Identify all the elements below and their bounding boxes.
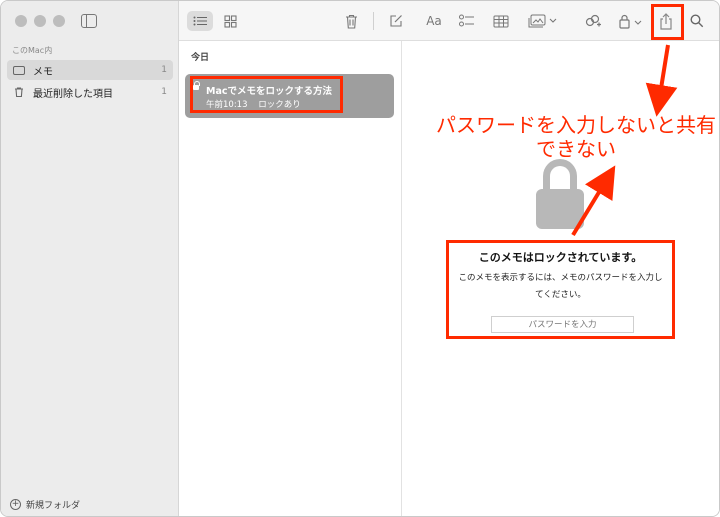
arrow-to-share [645,44,678,117]
notes-window: このMac内 メモ 1 最近削除した項目 1 + 新規フォルダ Aa 今日 Ma… [0,0,720,517]
annotation-arrows [571,44,678,237]
arrow-to-annotation [571,165,616,237]
